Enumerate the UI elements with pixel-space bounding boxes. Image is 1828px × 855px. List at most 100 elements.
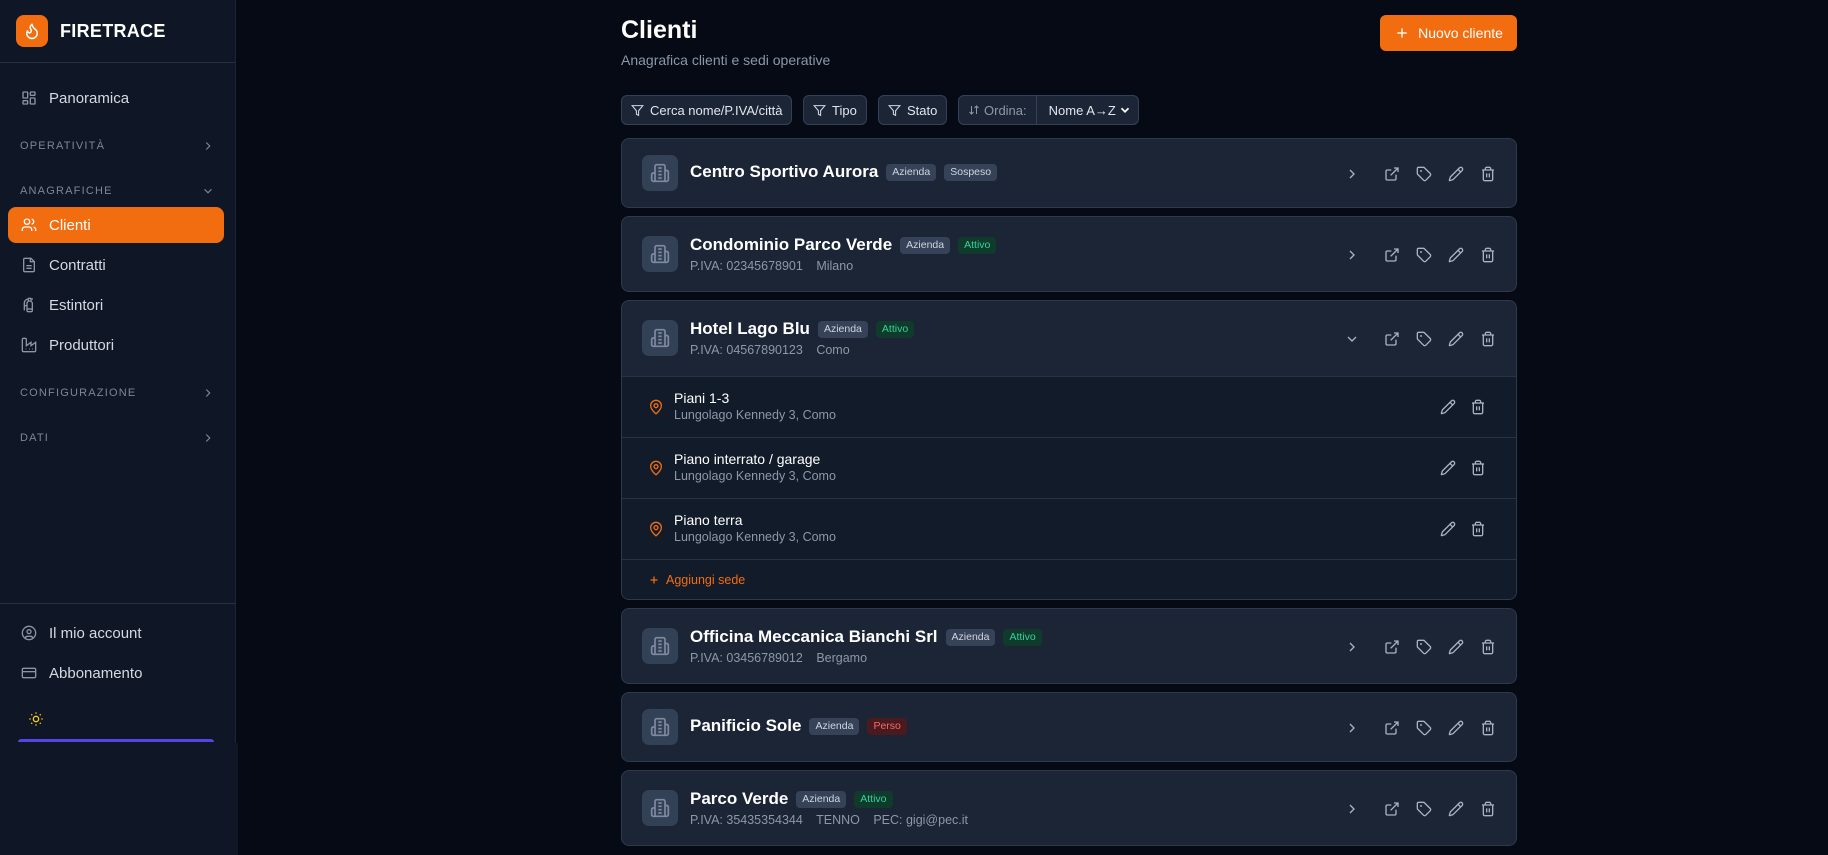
tag-icon[interactable] [1416, 639, 1432, 655]
trash-icon[interactable] [1480, 331, 1496, 347]
tag-icon[interactable] [1416, 247, 1432, 263]
sidebar-item-abbonamento[interactable]: Abbonamento [8, 655, 224, 691]
type-filter-label: Tipo [832, 102, 857, 118]
external-link-icon[interactable] [1384, 247, 1400, 263]
document-icon [23, 257, 35, 273]
add-sede-button[interactable]: Aggiungi sede [622, 559, 1516, 599]
sidebar-item-estintori[interactable]: Estintori [8, 287, 224, 323]
client-card[interactable]: Centro Sportivo Aurora Azienda Sospeso [621, 138, 1517, 208]
card-actions [1328, 801, 1496, 817]
trash-icon[interactable] [1470, 399, 1486, 415]
chevron-right-icon[interactable] [1344, 720, 1360, 736]
chevron-right-icon[interactable] [1344, 247, 1360, 263]
brand[interactable]: FIRETRACE [0, 0, 235, 63]
pencil-icon[interactable] [1448, 331, 1464, 347]
sidebar-item-label: Il mio account [49, 624, 142, 642]
trash-icon[interactable] [1480, 247, 1496, 263]
tag-icon[interactable] [1416, 720, 1432, 736]
client-card[interactable]: Parco Verde Azienda Attivo P.IVA: 354353… [621, 770, 1517, 846]
sidebar-item-produttori[interactable]: Produttori [8, 327, 224, 363]
chevron-right-icon[interactable] [1344, 166, 1360, 182]
sede-row[interactable]: Piano interrato / garage Lungolago Kenne… [622, 437, 1516, 498]
client-card[interactable]: Condominio Parco Verde Azienda Attivo P.… [621, 216, 1517, 292]
client-name[interactable]: Parco Verde Azienda Attivo [690, 789, 893, 809]
filter-icon [813, 104, 826, 116]
sidebar-item-contratti[interactable]: Contratti [8, 247, 224, 283]
type-filter[interactable]: Tipo [803, 95, 867, 125]
type-badge: Azienda [900, 236, 951, 254]
client-card-expanded[interactable]: Hotel Lago Blu Azienda Attivo P.IVA: 045… [621, 300, 1517, 600]
sort-select[interactable]: Ordina: Nome A→Z [958, 95, 1139, 125]
section-dati[interactable]: DATI [20, 428, 215, 448]
sort-value[interactable]: Nome A→Z [1037, 103, 1138, 118]
client-meta: P.IVA: 04567890123 Como [690, 343, 860, 357]
type-badge: Azienda [809, 717, 860, 735]
client-name[interactable]: Hotel Lago Blu Azienda Attivo [690, 319, 915, 339]
tag-icon[interactable] [1416, 331, 1432, 347]
trash-icon[interactable] [1470, 460, 1486, 476]
section-operativita[interactable]: OPERATIVITÀ [20, 136, 215, 156]
search-filter[interactable]: Cerca nome/P.IVA/città [621, 95, 793, 125]
client-piva: P.IVA: 03456789012 [690, 651, 803, 665]
pencil-icon[interactable] [1440, 521, 1456, 537]
trash-icon[interactable] [1480, 166, 1496, 182]
external-link-icon[interactable] [1384, 720, 1400, 736]
pencil-icon[interactable] [1448, 166, 1464, 182]
type-badge: Azienda [886, 163, 937, 181]
sun-icon[interactable] [28, 711, 44, 727]
sede-actions [1426, 399, 1486, 415]
new-client-button[interactable]: Nuovo cliente [1380, 15, 1517, 51]
section-configurazione[interactable]: CONFIGURAZIONE [20, 383, 215, 403]
plus-icon [1397, 28, 1407, 38]
plus-icon [650, 576, 658, 583]
external-link-icon[interactable] [1384, 639, 1400, 655]
trash-icon[interactable] [1480, 720, 1496, 736]
sidebar-item-clienti[interactable]: Clienti [8, 207, 224, 243]
client-meta: P.IVA: 03456789012 Bergamo [690, 651, 877, 665]
sidebar-item-label: Estintori [49, 296, 104, 314]
status-filter[interactable]: Stato [878, 95, 948, 125]
sort-value-text: Nome A→Z [1048, 102, 1116, 118]
map-pin-icon [649, 521, 662, 537]
building-icon [642, 320, 678, 356]
trash-icon[interactable] [1480, 639, 1496, 655]
client-name-text: Parco Verde [690, 789, 789, 808]
sidebar-item-account[interactable]: Il mio account [8, 615, 224, 651]
chevron-down-icon[interactable] [1344, 331, 1360, 347]
section-anagrafiche[interactable]: ANAGRAFICHE [20, 181, 215, 201]
sede-actions [1426, 460, 1486, 476]
pencil-icon[interactable] [1448, 801, 1464, 817]
client-name[interactable]: Centro Sportivo Aurora Azienda Sospeso [690, 162, 998, 182]
section-label: CONFIGURAZIONE [20, 387, 137, 399]
external-link-icon[interactable] [1384, 331, 1400, 347]
client-name[interactable]: Condominio Parco Verde Azienda Attivo [690, 235, 997, 255]
client-city: Bergamo [816, 651, 868, 665]
add-sede-label: Aggiungi sede [666, 572, 746, 587]
sidebar: FIRETRACE Panoramica OPERATIVITÀ ANAGRAF… [0, 0, 236, 855]
tag-icon[interactable] [1416, 801, 1432, 817]
sede-row[interactable]: Piani 1-3 Lungolago Kennedy 3, Como [622, 376, 1516, 437]
client-name[interactable]: Officina Meccanica Bianchi Srl Azienda A… [690, 627, 1042, 647]
sede-row[interactable]: Piano terra Lungolago Kennedy 3, Como [622, 498, 1516, 559]
filter-icon [631, 104, 644, 116]
external-link-icon[interactable] [1384, 801, 1400, 817]
tag-icon[interactable] [1416, 166, 1432, 182]
pencil-icon[interactable] [1440, 460, 1456, 476]
pencil-icon[interactable] [1448, 639, 1464, 655]
pencil-icon[interactable] [1440, 399, 1456, 415]
client-card[interactable]: Panificio Sole Azienda Perso [621, 692, 1517, 762]
chevron-right-icon[interactable] [1344, 801, 1360, 817]
client-card[interactable]: Officina Meccanica Bianchi Srl Azienda A… [621, 608, 1517, 684]
trash-icon[interactable] [1480, 801, 1496, 817]
external-link-icon[interactable] [1384, 166, 1400, 182]
sidebar-item-label: Panoramica [49, 89, 130, 107]
client-name[interactable]: Panificio Sole Azienda Perso [690, 716, 907, 736]
client-name-text: Centro Sportivo Aurora [690, 162, 879, 181]
sidebar-item-panoramica[interactable]: Panoramica [8, 80, 224, 116]
trash-icon[interactable] [1470, 521, 1486, 537]
status-badge: Attivo [854, 790, 893, 808]
chevron-right-icon[interactable] [1344, 639, 1360, 655]
pencil-icon[interactable] [1448, 247, 1464, 263]
client-city: Como [816, 343, 850, 357]
pencil-icon[interactable] [1448, 720, 1464, 736]
